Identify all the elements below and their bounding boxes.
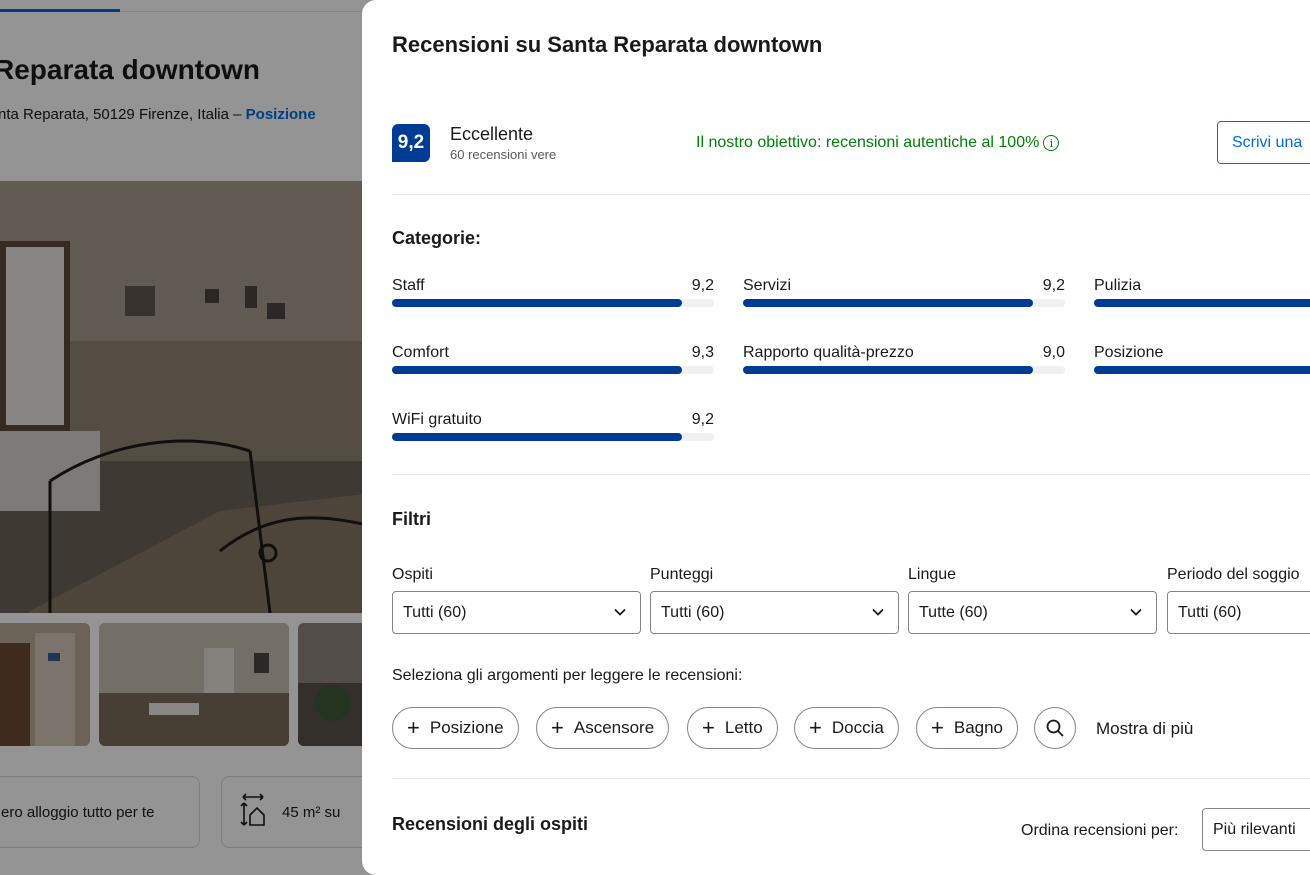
category-score: 9,2: [691, 277, 714, 294]
score-bar-track: [743, 366, 1065, 374]
filter-label-languages: Lingue: [908, 566, 957, 583]
write-review-button[interactable]: Scrivi una: [1217, 121, 1310, 164]
score-bar-track: [743, 299, 1065, 307]
authentic-reviews-text: Il nostro obiettivo: recensioni autentic…: [696, 134, 1040, 151]
category-name: Staff: [392, 277, 425, 294]
category-name: Rapporto qualità-prezzo: [743, 344, 914, 361]
category-posizione: Posizione: [1094, 344, 1310, 380]
score-bar-track: [1094, 366, 1310, 374]
category-staff: Staff 9,2: [392, 277, 714, 313]
category-name: Pulizia: [1094, 277, 1142, 294]
score-bar-fill: [1094, 366, 1310, 374]
guest-reviews-heading: Recensioni degli ospiti: [392, 814, 589, 834]
topic-chip-doccia[interactable]: + Doccia: [794, 707, 899, 749]
filter-label-guests: Ospiti: [392, 566, 433, 583]
score-bar-track: [392, 299, 714, 307]
filter-label-scores: Punteggi: [650, 566, 714, 583]
topic-chip-label: Bagno: [953, 718, 1004, 737]
chevron-down-icon: [614, 608, 626, 616]
divider: [392, 778, 1310, 779]
chevron-down-icon: [1130, 608, 1142, 616]
category-servizi: Servizi 9,2: [743, 277, 1065, 313]
topic-chip-letto[interactable]: + Letto: [687, 707, 778, 749]
chevron-down-icon: [872, 608, 884, 616]
category-name: Comfort: [392, 344, 449, 361]
review-count: 60 recensioni vere: [450, 147, 557, 162]
categories-heading: Categorie:: [392, 228, 482, 248]
score-bar-fill: [392, 366, 682, 374]
topic-chip-posizione[interactable]: + Posizione: [392, 707, 519, 749]
filter-select-value: Tutte (60): [919, 603, 988, 621]
plus-icon: +: [809, 715, 822, 740]
topic-chip-ascensore[interactable]: + Ascensore: [536, 707, 670, 749]
filter-select-scores[interactable]: Tutti (60): [650, 591, 899, 634]
sort-select-value: Più rilevanti: [1213, 820, 1296, 838]
filter-label-period: Periodo del soggio: [1167, 566, 1300, 583]
filter-select-languages[interactable]: Tutte (60): [908, 591, 1157, 634]
category-name: Posizione: [1094, 344, 1164, 361]
plus-icon: +: [551, 715, 564, 740]
score-bar-fill: [392, 299, 682, 307]
topics-label: Seleziona gli argomenti per leggere le r…: [392, 667, 743, 684]
category-score: 9,2: [691, 411, 714, 428]
score-bar-fill: [392, 433, 682, 441]
plus-icon: +: [702, 715, 715, 740]
sort-label: Ordina recensioni per:: [1021, 822, 1179, 839]
show-more-topics-link[interactable]: Mostra di più: [1096, 719, 1193, 739]
category-pulizia: Pulizia: [1094, 277, 1310, 313]
category-score: 9,0: [1042, 344, 1065, 361]
authentic-reviews-note: Il nostro obiettivo: recensioni autentic…: [696, 134, 1060, 152]
filter-select-value: Tutti (60): [661, 603, 725, 621]
category-name: WiFi gratuito: [392, 411, 482, 428]
topic-search-button[interactable]: [1034, 707, 1076, 749]
score-bar-fill: [743, 299, 1033, 307]
divider: [392, 474, 1310, 475]
score-bar-fill: [743, 366, 1033, 374]
screen: Reparata downtown nta Reparata, 50129 Fi…: [0, 0, 1310, 875]
plus-icon: +: [407, 715, 420, 740]
score-bar-track: [1094, 299, 1310, 307]
sort-select[interactable]: Più rilevanti: [1202, 808, 1310, 851]
category-score: 9,3: [691, 344, 714, 361]
filters-heading: Filtri: [392, 509, 431, 529]
filter-select-guests[interactable]: Tutti (60): [392, 591, 641, 634]
score-badge: 9,2: [392, 124, 430, 162]
score-rating-word: Eccellente: [450, 124, 534, 144]
category-comfort: Comfort 9,3: [392, 344, 714, 380]
topic-chip-label: Letto: [724, 718, 763, 737]
topic-chip-bagno[interactable]: + Bagno: [916, 707, 1019, 749]
info-icon[interactable]: i: [1043, 135, 1060, 151]
score-bar-fill: [1094, 299, 1310, 307]
category-wifi: WiFi gratuito 9,2: [392, 411, 714, 447]
category-value-for-money: Rapporto qualità-prezzo 9,0: [743, 344, 1065, 380]
score-bar-track: [392, 366, 714, 374]
category-score: 9,2: [1042, 277, 1065, 294]
category-name: Servizi: [743, 277, 792, 294]
divider: [392, 194, 1310, 195]
filter-select-value: Tutti (60): [403, 603, 467, 621]
topic-chip-label: Doccia: [831, 718, 884, 737]
modal-title: Recensioni su Santa Reparata downtown: [392, 32, 823, 57]
reviews-modal: Recensioni su Santa Reparata downtown 9,…: [362, 0, 1310, 875]
plus-icon: +: [931, 715, 944, 740]
score-bar-track: [392, 433, 714, 441]
search-icon: [1046, 719, 1064, 737]
topic-chip-label: Ascensore: [573, 718, 655, 737]
topic-chip-label: Posizione: [429, 718, 504, 737]
filter-select-value: Tutti (60): [1178, 603, 1242, 621]
filter-select-period[interactable]: Tutti (60): [1167, 591, 1310, 634]
